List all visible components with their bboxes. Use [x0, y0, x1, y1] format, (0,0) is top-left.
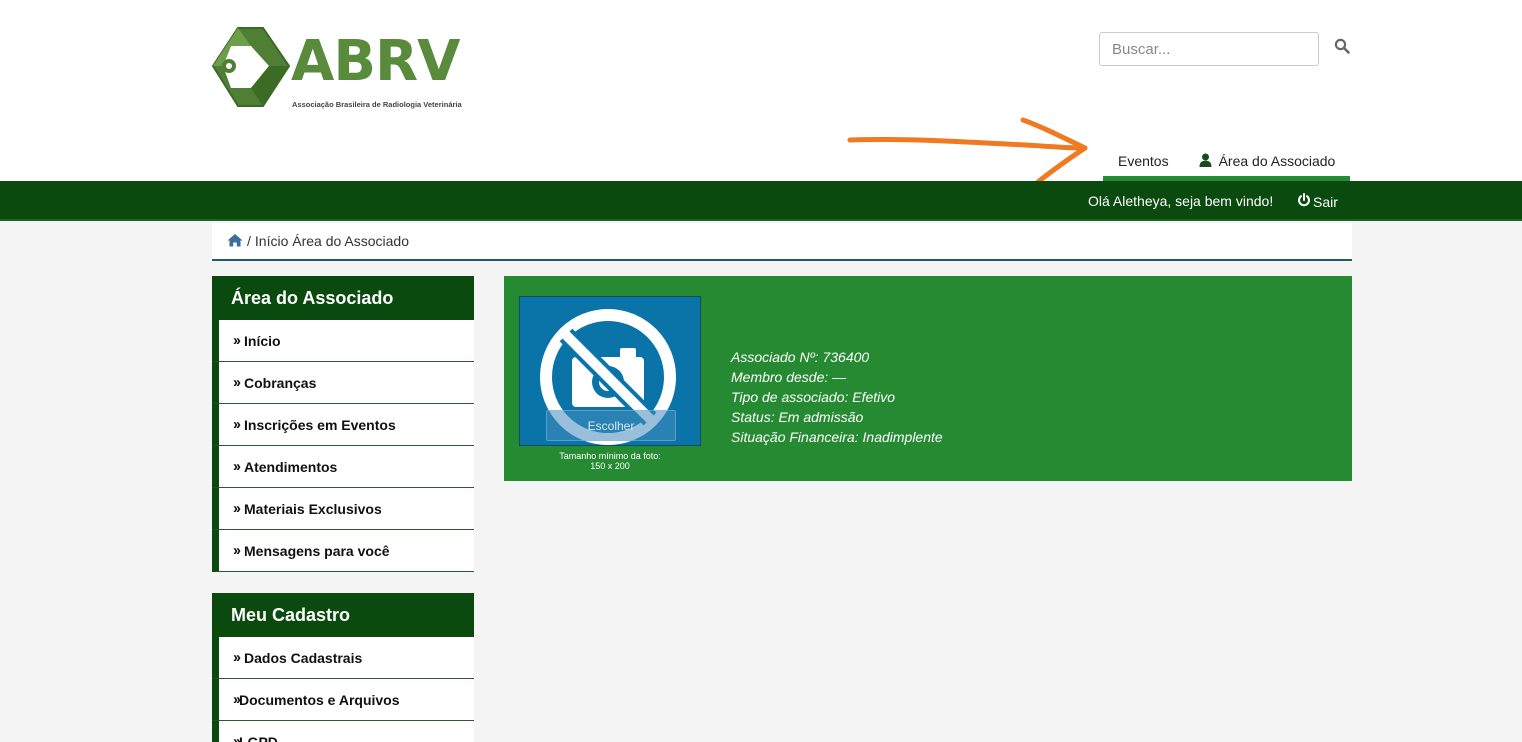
- greeting-text: Olá Aletheya, seja bem vindo!: [1088, 193, 1274, 209]
- member-number: Associado Nº: 736400: [731, 349, 870, 365]
- profile-photo[interactable]: Escolher: [519, 296, 701, 446]
- logout-button[interactable]: Sair: [1297, 193, 1338, 210]
- user-bar: Olá Aletheya, seja bem vindo! Sair: [0, 181, 1522, 221]
- main-nav: Eventos Área do Associado: [1103, 143, 1351, 181]
- double-chevron-icon: ››: [233, 332, 241, 349]
- breadcrumb: / Início Área do Associado: [212, 223, 1352, 261]
- logo-subtitle: Associação Brasileira de Radiologia Vete…: [292, 100, 462, 109]
- site-header: ABRV Associação Brasileira de Radiologia…: [0, 0, 1522, 189]
- meu-cadastro-title: Meu Cadastro: [212, 593, 474, 637]
- sidebar-item-atendimentos[interactable]: ›› Atendimentos: [212, 446, 474, 488]
- sidebar-item-label: Materiais Exclusivos: [244, 500, 382, 517]
- sidebar-item-lgpd[interactable]: ›› LGPD: [212, 721, 474, 742]
- sidebar-item-dados-cadastrais[interactable]: ›› Dados Cadastrais: [212, 637, 474, 679]
- double-chevron-icon: ››: [233, 374, 241, 391]
- photo-size-hint: Tamanho mínimo da foto: 150 x 200: [519, 451, 701, 471]
- sidebar-item-label: Atendimentos: [244, 458, 338, 475]
- double-chevron-icon: ››: [233, 649, 241, 666]
- logout-label: Sair: [1313, 193, 1338, 210]
- orange-arrow-annotation: [847, 117, 1088, 189]
- sidebar-item-mensagens[interactable]: ›› Mensagens para você: [212, 530, 474, 572]
- breadcrumb-separator: /: [247, 233, 251, 249]
- double-chevron-icon: ››: [233, 458, 241, 475]
- member-since: Membro desde: —: [731, 369, 847, 385]
- sidebar-item-materiais-exclusivos[interactable]: ›› Materiais Exclusivos: [212, 488, 474, 530]
- sidebar-item-inicio[interactable]: ›› Início: [212, 320, 474, 362]
- double-chevron-icon: ››: [233, 416, 241, 433]
- sidebar-item-label: Mensagens para você: [244, 542, 390, 559]
- nav-eventos-label: Eventos: [1118, 153, 1169, 169]
- double-chevron-icon: ››: [233, 542, 241, 559]
- choose-photo-button[interactable]: Escolher: [546, 410, 676, 441]
- sidebar-item-label: Documentos e Arquivos: [239, 691, 400, 708]
- sidebar-item-cobrancas[interactable]: ›› Cobranças: [212, 362, 474, 404]
- sidebar-item-label: Dados Cadastrais: [244, 649, 363, 666]
- nav-area-do-associado[interactable]: Área do Associado: [1183, 143, 1351, 181]
- power-icon: [1297, 193, 1311, 210]
- nav-area-do-associado-label: Área do Associado: [1218, 153, 1336, 169]
- sidebar-item-label: Inscrições em Eventos: [244, 416, 396, 433]
- sidebar-item-label: Cobranças: [244, 374, 317, 391]
- photo-hint-line-2: 150 x 200: [590, 461, 630, 471]
- home-icon[interactable]: [227, 233, 243, 250]
- member-financial-status: Situação Financeira: Inadimplente: [731, 429, 943, 445]
- area-do-associado-panel: Área do Associado ›› Início ›› Cobranças ›…: [212, 276, 474, 572]
- logo-diamond-icon: [211, 27, 291, 107]
- sidebar-item-label: Início: [244, 332, 281, 349]
- breadcrumb-current: Início Área do Associado: [254, 233, 409, 249]
- photo-hint-line-1: Tamanho mínimo da foto:: [559, 451, 661, 461]
- sidebar-item-inscricoes-eventos[interactable]: ›› Inscrições em Eventos: [212, 404, 474, 446]
- member-status: Status: Em admissão: [731, 409, 864, 425]
- user-icon: [1199, 153, 1212, 170]
- search-icon[interactable]: [1334, 38, 1352, 56]
- search-input[interactable]: [1099, 32, 1319, 66]
- logo-text: ABRV: [291, 29, 460, 94]
- meu-cadastro-panel: Meu Cadastro ›› Dados Cadastrais ›› Docume…: [212, 593, 474, 742]
- nav-eventos[interactable]: Eventos: [1103, 143, 1184, 181]
- sidebar-item-documentos[interactable]: ›› Documentos e Arquivos: [212, 679, 474, 721]
- double-chevron-icon: ››: [233, 500, 241, 517]
- member-type: Tipo de associado: Efetivo: [731, 389, 896, 405]
- member-info: Associado Nº: 736400 Membro desde: — Tip…: [731, 347, 943, 447]
- area-do-associado-title: Área do Associado: [212, 276, 474, 320]
- abrv-logo[interactable]: ABRV Associação Brasileira de Radiologia…: [211, 26, 476, 112]
- member-profile-card: Escolher Tamanho mínimo da foto: 150 x 2…: [504, 276, 1352, 481]
- sidebar-item-label: LGPD: [239, 733, 278, 742]
